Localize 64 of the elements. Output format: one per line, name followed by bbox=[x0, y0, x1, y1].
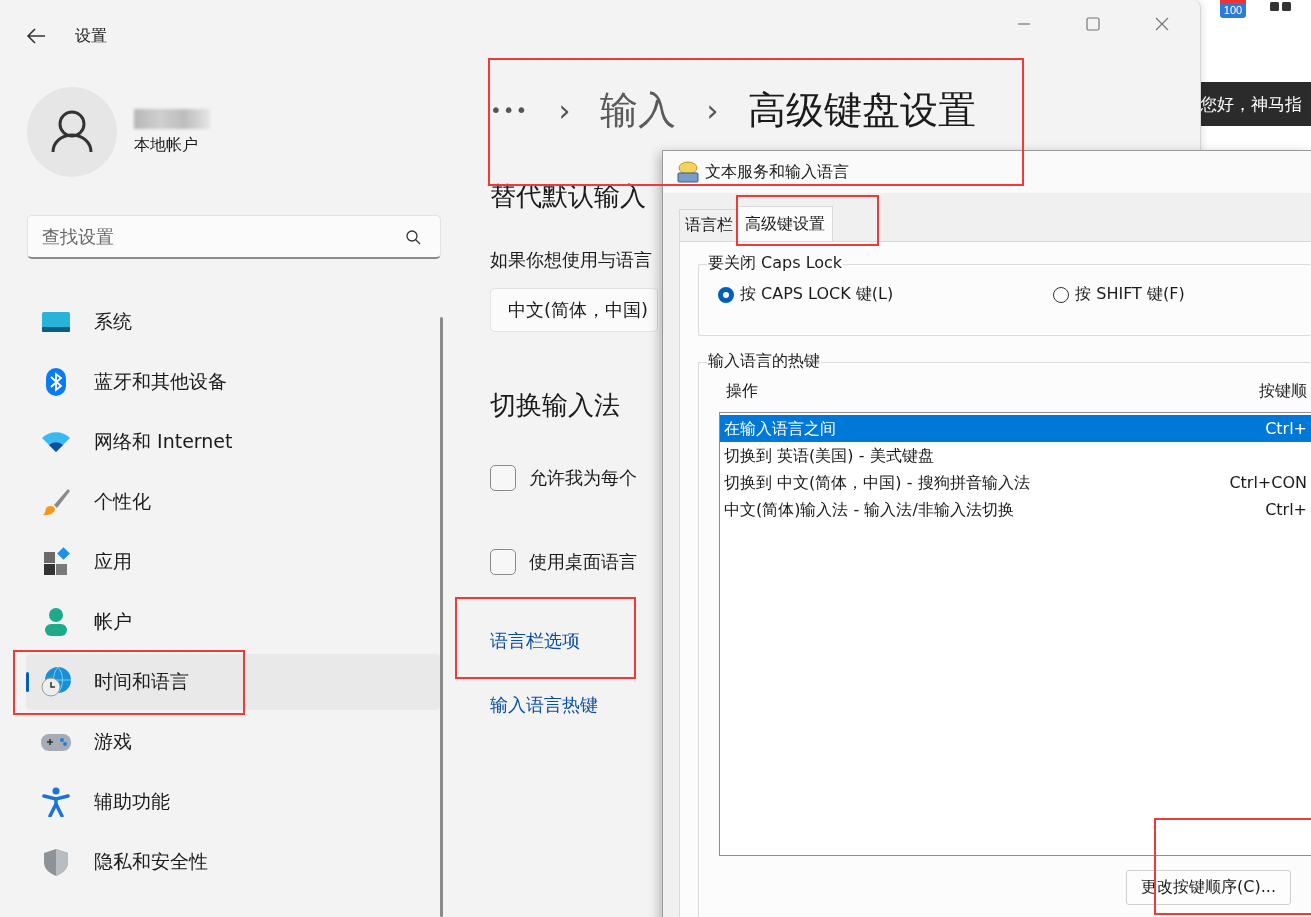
action-cell-text: 在输入语言之间 bbox=[724, 418, 836, 440]
column-header: 操作 bbox=[726, 381, 758, 402]
action-cell-text: 切换到 中文(简体，中国) - 搜狗拼音输入法 bbox=[724, 472, 1030, 494]
list-row[interactable]: 中文(简体)输入法 - 输入法/非输入法切换 Ctrl+ bbox=[720, 496, 1311, 523]
brush-icon bbox=[40, 487, 72, 517]
nav-item[interactable]: 游戏 bbox=[26, 714, 441, 770]
nav-item[interactable]: 个性化 bbox=[26, 474, 441, 530]
action-cell-text: 中文(简体)输入法 - 输入法/非输入法切换 bbox=[724, 499, 1014, 521]
tab[interactable]: 高级键设置 bbox=[737, 206, 833, 241]
banner: 您好，神马指 bbox=[1200, 82, 1311, 126]
wifi-icon bbox=[40, 430, 72, 454]
checkbox[interactable] bbox=[490, 465, 516, 491]
breadcrumb-ellipsis[interactable]: ••• bbox=[490, 98, 529, 122]
apps-icon[interactable] bbox=[1270, 0, 1292, 12]
nav-item[interactable]: 隐私和安全性 bbox=[26, 834, 441, 890]
input-dropdown[interactable]: 中文(简体，中国) bbox=[490, 288, 658, 332]
close-icon[interactable] bbox=[1154, 16, 1170, 32]
group-title: 输入语言的热键 bbox=[707, 351, 821, 372]
search-icon bbox=[405, 229, 421, 245]
section-title: 切换输入法 bbox=[490, 389, 621, 422]
account-type: 本地帐户 bbox=[134, 134, 199, 156]
checkbox[interactable] bbox=[490, 549, 516, 575]
radio-button[interactable] bbox=[718, 286, 734, 303]
radio-label: 按 CAPS LOCK 键(L) bbox=[740, 284, 894, 305]
nav-item[interactable]: 蓝牙和其他设备 bbox=[26, 354, 441, 410]
maximize-icon[interactable] bbox=[1085, 16, 1101, 32]
back-icon[interactable] bbox=[26, 28, 46, 44]
globe-clock-icon bbox=[40, 666, 72, 698]
radio-label: 按 SHIFT 键(F) bbox=[1075, 284, 1185, 305]
column-header: 按键顺 bbox=[1259, 381, 1307, 402]
search-field[interactable]: 查找设置 bbox=[27, 215, 441, 259]
scrollbar[interactable] bbox=[440, 317, 443, 917]
group-title: 要关闭 Caps Lock bbox=[707, 253, 844, 274]
nav-item[interactable]: 帐户 bbox=[26, 594, 441, 650]
breadcrumb-link[interactable]: 输入 bbox=[600, 84, 677, 136]
section-description: 如果你想使用与语言 bbox=[490, 248, 653, 272]
action-cell-text: 切换到 英语(美国) - 美式键盘 bbox=[724, 445, 934, 467]
link[interactable]: 语言栏选项 bbox=[490, 630, 580, 651]
nav-item[interactable]: 辅助功能 bbox=[26, 774, 441, 830]
checkbox-label: 允许我为每个 bbox=[529, 466, 637, 490]
avatar-icon bbox=[27, 87, 117, 177]
page-title: 高级键盘设置 bbox=[748, 86, 977, 134]
keys-cell-text: Ctrl+CON bbox=[1229, 472, 1307, 494]
list-row[interactable]: 切换到 英语(美国) - 美式键盘 bbox=[720, 442, 1311, 469]
keys-cell-text: Ctrl+ bbox=[1265, 499, 1307, 521]
nav-item[interactable]: 时间和语言 bbox=[26, 654, 441, 710]
breadcrumb-separator: › bbox=[706, 92, 719, 128]
tab[interactable]: 语言栏 bbox=[679, 209, 739, 241]
keys-cell-text: Ctrl+ bbox=[1265, 418, 1307, 440]
window-title: 设置 bbox=[75, 25, 107, 47]
accessibility-icon bbox=[40, 787, 72, 817]
monitor-icon bbox=[40, 310, 72, 334]
calendar-icon[interactable]: 100 bbox=[1220, 0, 1246, 18]
keyboard-icon bbox=[677, 161, 699, 183]
nav-item[interactable]: 系统 bbox=[26, 294, 441, 350]
list-row[interactable]: 在输入语言之间 Ctrl+ bbox=[720, 415, 1311, 442]
dialog-title: 文本服务和输入语言 bbox=[705, 161, 849, 183]
breadcrumb-separator: › bbox=[558, 92, 571, 128]
checkbox-label: 使用桌面语言 bbox=[529, 550, 637, 574]
list-row[interactable]: 切换到 中文(简体，中国) - 搜狗拼音输入法 Ctrl+CON bbox=[720, 469, 1311, 496]
radio-button[interactable] bbox=[1053, 286, 1070, 303]
nav-item[interactable]: 应用 bbox=[26, 534, 441, 590]
nav-item[interactable]: 网络和 Internet bbox=[26, 414, 441, 470]
link[interactable]: 输入语言热键 bbox=[490, 694, 598, 715]
